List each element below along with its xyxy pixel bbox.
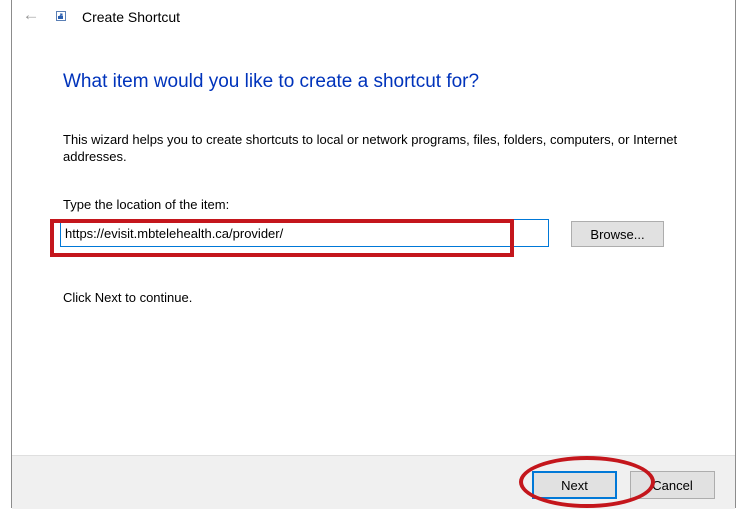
continue-instruction: Click Next to continue. — [63, 290, 193, 305]
location-input[interactable] — [60, 219, 549, 247]
window-title: Create Shortcut — [82, 9, 181, 25]
wizard-heading: What item would you like to create a sho… — [63, 71, 480, 92]
wizard-description: This wizard helps you to create shortcut… — [63, 132, 678, 164]
back-arrow-icon[interactable]: ← — [20, 5, 42, 25]
shortcut-icon — [56, 11, 66, 21]
create-shortcut-window: ← Create Shortcut What item would you li… — [11, 0, 736, 509]
cancel-button[interactable]: Cancel — [630, 471, 715, 499]
location-label: Type the location of the item: — [63, 197, 230, 212]
footer-bar — [12, 455, 735, 509]
title-bar: ← Create Shortcut — [12, 0, 735, 34]
next-button[interactable]: Next — [532, 471, 617, 499]
browse-button[interactable]: Browse... — [571, 221, 664, 247]
